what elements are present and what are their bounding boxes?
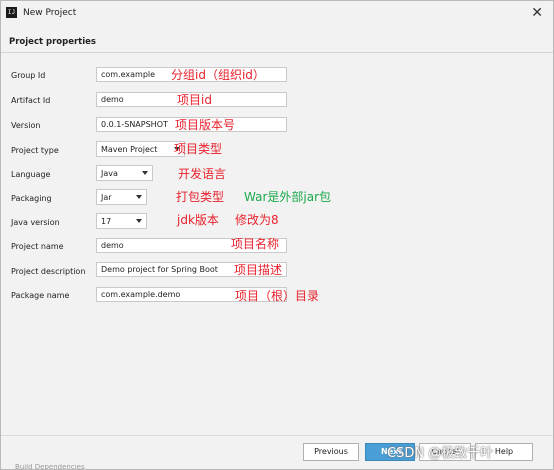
java-version-annotation: jdk版本 bbox=[177, 213, 219, 227]
intellij-logo-icon: IJ bbox=[6, 7, 17, 18]
package-name-annotation: 项目（根）目录 bbox=[235, 289, 320, 303]
group-id-annotation: 分组id（组织id） bbox=[171, 68, 265, 82]
project-type-label: Project type bbox=[11, 146, 59, 155]
section-title: Project properties bbox=[9, 37, 96, 47]
package-name-label: Package name bbox=[11, 291, 70, 300]
new-project-dialog: IJ New Project ✕ Project properties Grou… bbox=[0, 0, 554, 470]
project-type-annotation: 项目类型 bbox=[174, 142, 223, 156]
version-annotation: 项目版本号 bbox=[175, 118, 236, 132]
project-type-select[interactable]: Maven Project bbox=[96, 141, 185, 157]
csdn-watermark: CSDN @极致千叶 bbox=[387, 446, 494, 461]
chevron-down-icon bbox=[136, 195, 142, 199]
project-description-label: Project description bbox=[11, 267, 86, 276]
artifact-id-label: Artifact Id bbox=[11, 96, 51, 105]
java-version-value: 17 bbox=[101, 217, 112, 226]
chevron-down-icon bbox=[142, 171, 148, 175]
bottom-tabs-strip: Build Dependencies bbox=[15, 464, 85, 470]
footer-divider bbox=[1, 435, 553, 436]
java-version-change-annotation: 修改为8 bbox=[235, 213, 279, 227]
previous-button[interactable]: Previous bbox=[303, 443, 359, 461]
title-bar: IJ New Project ✕ bbox=[1, 1, 553, 27]
close-icon[interactable]: ✕ bbox=[531, 5, 543, 21]
version-label: Version bbox=[11, 121, 41, 130]
packaging-label: Packaging bbox=[11, 194, 52, 203]
packaging-war-annotation: War是外部jar包 bbox=[244, 190, 332, 204]
project-name-annotation: 项目名称 bbox=[231, 237, 280, 251]
packaging-annotation: 打包类型 bbox=[176, 190, 225, 204]
window-title: New Project bbox=[23, 8, 77, 18]
language-select[interactable]: Java bbox=[96, 165, 153, 181]
language-annotation: 开发语言 bbox=[178, 167, 227, 181]
packaging-value: Jar bbox=[101, 193, 112, 202]
artifact-id-annotation: 项目id bbox=[177, 93, 212, 107]
language-label: Language bbox=[11, 170, 51, 179]
project-name-label: Project name bbox=[11, 242, 64, 251]
language-value: Java bbox=[101, 169, 118, 178]
project-description-annotation: 项目描述 bbox=[234, 263, 283, 277]
project-type-value: Maven Project bbox=[101, 145, 158, 154]
section-divider bbox=[1, 52, 553, 53]
java-version-select[interactable]: 17 bbox=[96, 213, 147, 229]
packaging-select[interactable]: Jar bbox=[96, 189, 147, 205]
chevron-down-icon bbox=[136, 219, 142, 223]
group-id-label: Group Id bbox=[11, 71, 46, 80]
java-version-label: Java version bbox=[11, 218, 60, 227]
